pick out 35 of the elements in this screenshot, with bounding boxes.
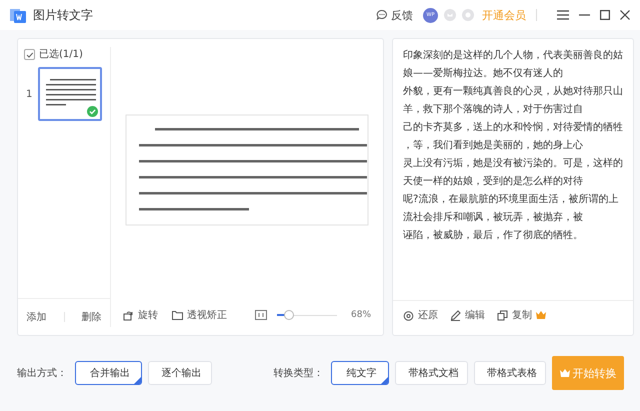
zoom-percentage: 68% (351, 310, 372, 320)
app-logo-icon (10, 7, 26, 23)
maximize-icon[interactable] (600, 10, 610, 20)
folder-icon (172, 310, 183, 320)
option-button[interactable]: 逐个输出 (148, 361, 212, 385)
actual-size-icon[interactable] (255, 310, 267, 320)
perspective-correction-button[interactable]: 透视矫正 (172, 308, 227, 322)
delete-button[interactable]: 删除 (82, 310, 102, 324)
copy-button[interactable]: 复制 (497, 308, 532, 322)
option-label: 转换类型： (273, 366, 324, 380)
pencil-icon (450, 310, 462, 320)
menu-icon[interactable] (557, 10, 569, 20)
crown-icon (560, 369, 570, 377)
rotate-button[interactable]: 旋转 (123, 308, 158, 322)
add-button[interactable]: 添加 (26, 310, 46, 324)
restore-button[interactable]: 还原 (403, 308, 438, 322)
chat-bubble-icon (376, 9, 388, 21)
rotate-icon (123, 310, 134, 320)
option-button[interactable]: 带格式表格 (474, 361, 546, 385)
option-button[interactable]: 纯文字 (331, 361, 390, 385)
target-icon (403, 310, 414, 320)
option-button[interactable]: 合并输出 (75, 361, 142, 385)
close-icon[interactable] (620, 10, 630, 20)
option-button[interactable]: 带格式文档 (395, 361, 468, 385)
copy-icon (497, 310, 508, 320)
zoom-slider[interactable] (277, 310, 337, 320)
page-number: 1 (26, 88, 32, 100)
select-all-label: 已选(1/1) (39, 48, 83, 61)
feedback-button[interactable]: 反馈 (376, 8, 413, 22)
recognized-text[interactable]: 印象深刻的是这样的几个人物，代表美丽善良的姑 娘——爱斯梅拉达。她不仅有迷人的 外貌，更有一颗纯真善良的心灵，从她对待那只山 羊，救下那个落魄的诗人，对于伤害过自 己的卡齐莫多，送上的水和怜悯，对待爱情的牺牲 ，等，我们看到她是美丽的，她的身上心 灵上没有污垢，她是没有被污染的。可是，这样的 天使一样的姑娘，受到的是怎么样的对待 呢?流浪，在最肮脏的环境里面生活，被所谓的上 流社会排斥和嘲讽，被玩弄，被抛弃，被 诬陷，被威胁，最后，作了彻底的牺牲。 (393, 39, 634, 300)
crown-icon (536, 311, 546, 319)
edit-button[interactable]: 编辑 (450, 308, 486, 322)
option-label: 输出方式： (17, 366, 67, 380)
window-title: 图片转文字 (33, 6, 93, 24)
select-all-checkbox[interactable] (24, 48, 35, 60)
